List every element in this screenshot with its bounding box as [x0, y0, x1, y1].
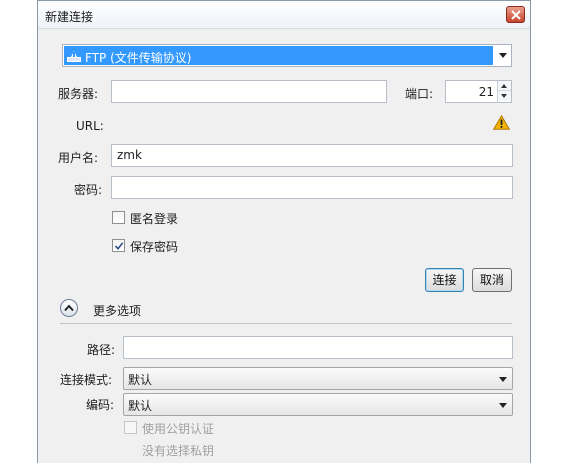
save-password-label[interactable]: 保存密码 [130, 238, 178, 255]
server-input[interactable] [111, 80, 387, 103]
chevron-down-icon [499, 53, 507, 58]
username-label: 用户名: [58, 151, 99, 165]
connect-mode-value: 默认 [128, 373, 153, 387]
port-stepper-buttons [497, 81, 511, 102]
no-private-key-text: 没有选择私钥 [142, 444, 215, 458]
encoding-label: 编码: [86, 398, 115, 412]
anonymous-login-checkbox[interactable] [112, 211, 125, 224]
public-key-label: 使用公钥认证 [142, 422, 215, 436]
more-options-toggle[interactable] [60, 299, 78, 317]
title-bar[interactable]: 新建连接 [38, 1, 530, 29]
dialog-content: FTP (文件传输协议) 服务器: 端口: 21 URL: 用户名: zmk 密… [38, 29, 530, 463]
port-decrement-button[interactable] [498, 91, 511, 101]
chevron-down-icon [499, 377, 507, 382]
ftp-drive-icon [67, 51, 81, 62]
encoding-select[interactable]: 默认 [123, 393, 513, 416]
chevron-down-icon [499, 403, 507, 408]
arrow-down-icon [501, 94, 507, 98]
section-divider [60, 323, 512, 324]
public-key-checkbox [124, 421, 137, 434]
close-icon [511, 10, 521, 20]
checkmark-icon [114, 242, 124, 251]
password-label: 密码: [74, 183, 103, 197]
password-input[interactable] [111, 176, 513, 199]
protocol-select[interactable]: FTP (文件传输协议) [62, 44, 512, 67]
port-stepper[interactable]: 21 [445, 80, 512, 103]
connect-button[interactable]: 连接 [425, 268, 464, 292]
dialog-title: 新建连接 [45, 10, 94, 24]
connect-mode-label: 连接模式: [60, 373, 113, 387]
protocol-label: FTP (文件传输协议) [85, 51, 192, 65]
port-increment-button[interactable] [498, 81, 511, 91]
server-label: 服务器: [58, 87, 99, 101]
encoding-value: 默认 [128, 399, 153, 413]
anonymous-login-label[interactable]: 匿名登录 [130, 210, 178, 227]
port-value: 21 [478, 85, 494, 99]
url-label: URL: [76, 119, 104, 133]
path-label: 路径: [87, 343, 116, 357]
protocol-selected-item: FTP (文件传输协议) [64, 46, 493, 65]
warning-icon [493, 115, 510, 130]
close-button[interactable] [506, 6, 525, 23]
port-label: 端口: [405, 87, 434, 101]
path-input[interactable] [123, 336, 513, 359]
connect-mode-select[interactable]: 默认 [123, 367, 513, 390]
new-connection-dialog: 新建连接 FTP (文件传输协议) 服务器: 端口: 21 URL: 用户名: … [37, 0, 531, 463]
more-options-label[interactable]: 更多选项 [93, 302, 141, 319]
cancel-button[interactable]: 取消 [472, 268, 512, 292]
arrow-up-icon [501, 84, 507, 88]
chevron-up-icon [64, 304, 74, 312]
username-input[interactable]: zmk [111, 144, 513, 167]
save-password-checkbox[interactable] [112, 239, 125, 252]
